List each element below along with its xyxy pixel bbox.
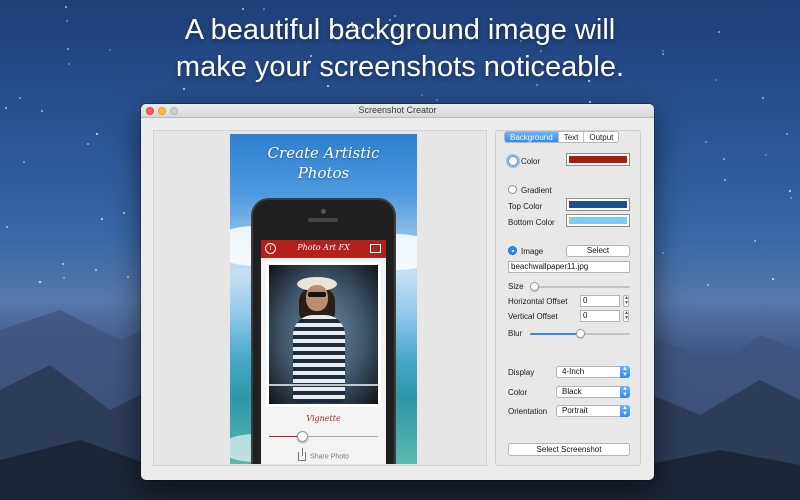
- top-color-swatch[interactable]: [566, 198, 630, 211]
- star: [765, 154, 767, 156]
- select-screenshot-button[interactable]: Select Screenshot: [508, 443, 630, 456]
- star: [662, 252, 664, 254]
- effect-label: Vignette: [306, 414, 341, 423]
- tab-output[interactable]: Output: [584, 132, 618, 142]
- blur-label: Blur: [508, 329, 523, 338]
- bottom-color-swatch-fill: [569, 217, 627, 224]
- star: [762, 97, 764, 99]
- display-value: 4-Inch: [562, 367, 585, 376]
- app-bar: i Photo Art FX: [261, 240, 386, 258]
- tab-background[interactable]: Background: [505, 132, 559, 142]
- horizontal-offset-field[interactable]: 0: [580, 295, 620, 307]
- share-row: Share Photo: [261, 448, 386, 461]
- image-label: Image: [521, 247, 544, 256]
- vertical-offset-label: Vertical Offset: [508, 312, 558, 321]
- phone-speaker: [308, 218, 338, 222]
- portrait-photo: [266, 262, 381, 407]
- star: [263, 8, 265, 10]
- star: [723, 158, 725, 160]
- size-slider-track: [530, 286, 630, 288]
- window-title: Screenshot Creator: [358, 105, 437, 115]
- photo-face: [306, 285, 328, 311]
- display-label: Display: [508, 368, 535, 377]
- orientation-select[interactable]: Portrait ▲ ▼: [556, 405, 630, 417]
- star: [421, 94, 423, 96]
- chevron-updown-icon: ▲ ▼: [620, 386, 630, 398]
- star: [436, 99, 438, 101]
- top-color-swatch-fill: [569, 201, 627, 208]
- star: [123, 212, 125, 214]
- star: [101, 218, 103, 220]
- phone-frame: i Photo Art FX Vignette Share Photo: [251, 198, 396, 464]
- blur-slider-knob[interactable]: [575, 329, 585, 338]
- tab-bar: Background Text Output: [504, 131, 620, 143]
- gradient-radio[interactable]: [508, 185, 517, 194]
- photo-railing: [269, 384, 378, 386]
- app-window: Screenshot Creator Create Artistic Photo…: [141, 104, 654, 480]
- device-color-select[interactable]: Black ▲ ▼: [556, 386, 630, 398]
- preview-area: Create Artistic Photos i Photo Art FX Vi…: [153, 130, 487, 466]
- image-icon: [370, 244, 381, 253]
- star: [589, 101, 591, 103]
- horizontal-offset-label: Horizontal Offset: [508, 297, 568, 306]
- horizontal-offset-stepper[interactable]: ▲ ▼: [623, 295, 629, 307]
- vertical-offset-field[interactable]: 0: [580, 310, 620, 322]
- color-label: Color: [521, 157, 541, 166]
- star: [789, 190, 791, 192]
- app-title: Photo Art FX: [297, 243, 350, 252]
- star: [242, 8, 244, 10]
- select-image-button[interactable]: Select: [566, 245, 630, 257]
- color-swatch-fill: [569, 156, 627, 163]
- photo-dress: [293, 315, 345, 403]
- share-icon: [298, 448, 307, 461]
- chevron-updown-icon: ▲ ▼: [620, 366, 630, 378]
- bottom-color-swatch[interactable]: [566, 214, 630, 227]
- star: [6, 226, 8, 228]
- size-slider-knob[interactable]: [530, 282, 539, 291]
- chevron-updown-icon: ▲ ▼: [620, 405, 630, 417]
- color-swatch[interactable]: [566, 153, 630, 166]
- orientation-label: Orientation: [508, 407, 548, 416]
- preview-headline-line2: Photos: [297, 164, 350, 182]
- star: [754, 240, 756, 242]
- device-color-value: Black: [562, 387, 582, 396]
- display-select[interactable]: 4-Inch ▲ ▼: [556, 366, 630, 378]
- size-label: Size: [508, 282, 524, 291]
- star: [62, 263, 64, 265]
- orientation-value: Portrait: [562, 406, 588, 415]
- star: [65, 6, 67, 8]
- star: [724, 179, 726, 181]
- bottom-color-label: Bottom Color: [508, 218, 555, 227]
- top-color-label: Top Color: [508, 202, 543, 211]
- promo-headline-line2: make your screenshots noticeable.: [175, 51, 625, 83]
- device-color-label: Color: [508, 388, 528, 397]
- star: [786, 133, 788, 135]
- star: [96, 133, 98, 135]
- vertical-offset-stepper[interactable]: ▲ ▼: [623, 310, 629, 322]
- photo-sunglasses: [308, 292, 326, 297]
- phone-screen: i Photo Art FX Vignette Share Photo: [261, 240, 386, 464]
- promo-headline-line1: A beautiful background image will: [184, 14, 616, 46]
- phone-camera: [321, 209, 326, 214]
- star: [790, 197, 792, 199]
- star: [41, 110, 43, 112]
- star: [5, 107, 7, 109]
- share-label: Share Photo: [310, 453, 349, 461]
- vignette-slider-knob: [296, 431, 308, 442]
- blur-slider-fill: [530, 333, 580, 335]
- image-radio[interactable]: [508, 246, 517, 255]
- star: [23, 161, 25, 163]
- tab-text[interactable]: Text: [559, 132, 585, 142]
- color-radio[interactable]: [508, 156, 518, 166]
- gradient-label: Gradient: [521, 186, 552, 195]
- star: [705, 141, 707, 143]
- title-bar: Screenshot Creator: [141, 104, 654, 118]
- star: [183, 88, 185, 90]
- star: [19, 97, 21, 99]
- star: [87, 143, 89, 145]
- image-file-field[interactable]: beachwallpaper11.jpg: [508, 261, 630, 273]
- settings-panel: Background Text Output Color Gradient To…: [495, 130, 641, 466]
- preview-headline-line1: Create Artistic: [267, 144, 380, 162]
- screenshot-preview: Create Artistic Photos i Photo Art FX Vi…: [230, 134, 417, 464]
